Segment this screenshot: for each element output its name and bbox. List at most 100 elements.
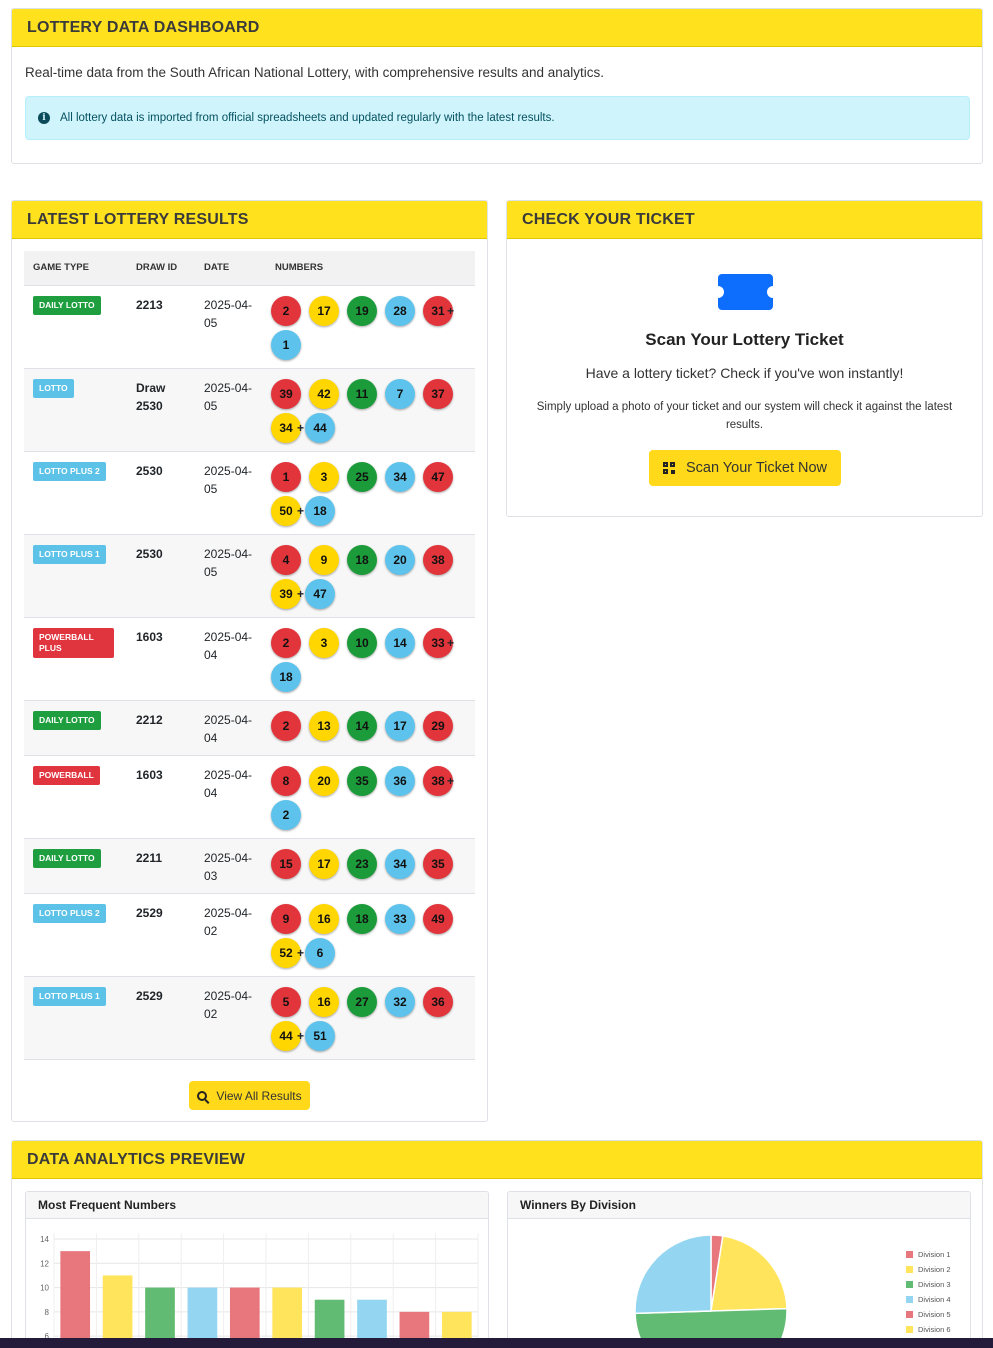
number-ball: 20	[309, 765, 339, 796]
frequent-numbers-panel: Most Frequent Numbers 468101214	[25, 1191, 489, 1348]
legend-swatch	[906, 1326, 913, 1333]
bonus-plus-sign: +	[297, 1028, 305, 1043]
dashboard-title: LOTTERY DATA DASHBOARD	[12, 9, 982, 47]
game-type-badge: POWERBALL PLUS	[33, 627, 114, 658]
date-text: 2025-04-05	[204, 546, 253, 579]
number-ball: 36	[385, 765, 415, 796]
game-type-cell: LOTTO PLUS 1	[24, 534, 127, 618]
numbers-cell: 4 9 18 20 38 39 +47	[266, 534, 475, 618]
numbers-cell: 1 3 25 34 47 50 +18	[266, 451, 475, 535]
game-type-cell: DAILY LOTTO	[24, 838, 127, 894]
number-ball: 2	[271, 295, 301, 326]
number-ball: 9	[309, 544, 339, 575]
number-ball: 8	[271, 765, 301, 796]
number-ball: 14	[385, 627, 415, 658]
date-cell: 2025-04-03	[195, 838, 266, 894]
number-ball: 11	[347, 378, 377, 409]
date-text: 2025-04-04	[204, 629, 253, 662]
bonus-plus-sign: +	[297, 586, 305, 601]
number-ball: 15	[271, 848, 301, 879]
bonus-plus-sign: +	[297, 503, 305, 518]
number-ball: 34	[385, 848, 415, 879]
col-numbers: NUMBERS	[266, 251, 475, 286]
game-type-cell: DAILY LOTTO	[24, 285, 127, 369]
number-ball: 17	[309, 295, 339, 326]
number-ball: 10	[347, 627, 377, 658]
pie-slice	[634, 1234, 712, 1315]
results-row: LOTTO Draw 2530 2025-04-05 39 42 11 7 37 34 +44	[24, 368, 475, 452]
number-ball: 27	[347, 986, 377, 1017]
bonus-plus-sign: +	[297, 420, 305, 435]
number-ball: 34	[385, 461, 415, 492]
legend-item: Division 2	[906, 1262, 951, 1277]
game-type-cell: POWERBALL	[24, 755, 127, 839]
number-ball: 20	[385, 544, 415, 575]
bonus-ball: 51	[305, 1020, 336, 1051]
number-ball: 18	[347, 903, 377, 934]
legend-swatch	[906, 1296, 913, 1303]
bonus-ball: 47	[305, 578, 336, 609]
date-text: 2025-04-02	[204, 988, 253, 1021]
scan-ticket-button[interactable]: Scan Your Ticket Now	[649, 450, 841, 486]
date-text: 2025-04-03	[204, 850, 253, 883]
bonus-plus-sign: +	[297, 945, 305, 960]
results-row: DAILY LOTTO 2211 2025-04-03 15 17 23 34 35	[24, 838, 475, 894]
number-ball: 37	[423, 378, 453, 409]
date-text: 2025-04-02	[204, 905, 253, 938]
view-all-results-label: View All Results	[216, 1088, 302, 1103]
col-draw-id: DRAW ID	[127, 251, 195, 286]
game-type-badge: POWERBALL	[33, 765, 100, 785]
legend-swatch	[906, 1281, 913, 1288]
scan-heading: Scan Your Lottery Ticket	[645, 330, 844, 349]
number-ball: 18	[347, 544, 377, 575]
scan-subheading: Have a lottery ticket? Check if you've w…	[585, 365, 904, 381]
y-tick-label: 10	[40, 1284, 49, 1293]
draw-id-cell: 2530	[127, 534, 195, 618]
pie-legend: Division 1 Division 2 Division 3 Division 4…	[906, 1247, 951, 1337]
number-ball: 36	[423, 986, 453, 1017]
ticket-icon	[712, 274, 779, 310]
number-ball: 39	[271, 378, 301, 409]
latest-results-title: LATEST LOTTERY RESULTS	[12, 201, 487, 239]
info-icon: i	[38, 112, 50, 124]
draw-id-cell: Draw 2530	[127, 368, 195, 452]
date-cell: 2025-04-05	[195, 451, 266, 535]
game-type-badge: DAILY LOTTO	[33, 848, 101, 868]
number-ball: 4	[271, 544, 301, 575]
game-type-badge: LOTTO PLUS 2	[33, 903, 106, 923]
bonus-ball: 18	[271, 661, 301, 692]
analytics-card: DATA ANALYTICS PREVIEW Most Frequent Num…	[11, 1140, 983, 1348]
number-ball: 3	[309, 627, 339, 658]
numbers-cell: 2 3 10 14 33 +18	[266, 617, 475, 701]
numbers-cell: 5 16 27 32 36 44 +51	[266, 976, 475, 1060]
date-text: 2025-04-05	[204, 297, 253, 330]
date-text: 2025-04-05	[204, 463, 253, 496]
draw-id-cell: 2211	[127, 838, 195, 894]
info-alert: i All lottery data is imported from offi…	[25, 96, 970, 140]
taskbar	[0, 1338, 993, 1348]
number-ball: 35	[347, 765, 377, 796]
game-type-cell: LOTTO PLUS 1	[24, 976, 127, 1060]
legend-item: Division 3	[906, 1277, 951, 1292]
winners-division-title: Winners By Division	[508, 1192, 970, 1219]
numbers-cell: 2 13 14 17 29	[266, 700, 475, 756]
latest-results-card: LATEST LOTTERY RESULTS GAME TYPE DRAW ID…	[11, 200, 488, 1122]
date-cell: 2025-04-02	[195, 976, 266, 1060]
legend-label: Division 6	[918, 1325, 951, 1334]
view-all-results-button[interactable]: View All Results	[189, 1081, 310, 1110]
number-ball: 19	[347, 295, 377, 326]
game-type-badge: LOTTO	[33, 378, 74, 398]
numbers-cell: 2 17 19 28 31 +1	[266, 285, 475, 369]
legend-item: Division 1	[906, 1247, 951, 1262]
number-ball: 29	[423, 710, 453, 741]
y-tick-label: 8	[45, 1308, 50, 1317]
results-row: POWERBALL PLUS 1603 2025-04-04 2 3 10 14 33 +18	[24, 617, 475, 701]
number-ball: 16	[309, 903, 339, 934]
legend-swatch	[906, 1311, 913, 1318]
results-row: LOTTO PLUS 1 2530 2025-04-05 4 9 18 20 38 39 +47	[24, 534, 475, 618]
draw-id-cell: 2530	[127, 451, 195, 535]
number-ball: 38	[423, 544, 453, 575]
draw-id-cell: 1603	[127, 755, 195, 839]
number-ball: 2	[271, 627, 301, 658]
legend-swatch	[906, 1266, 913, 1273]
